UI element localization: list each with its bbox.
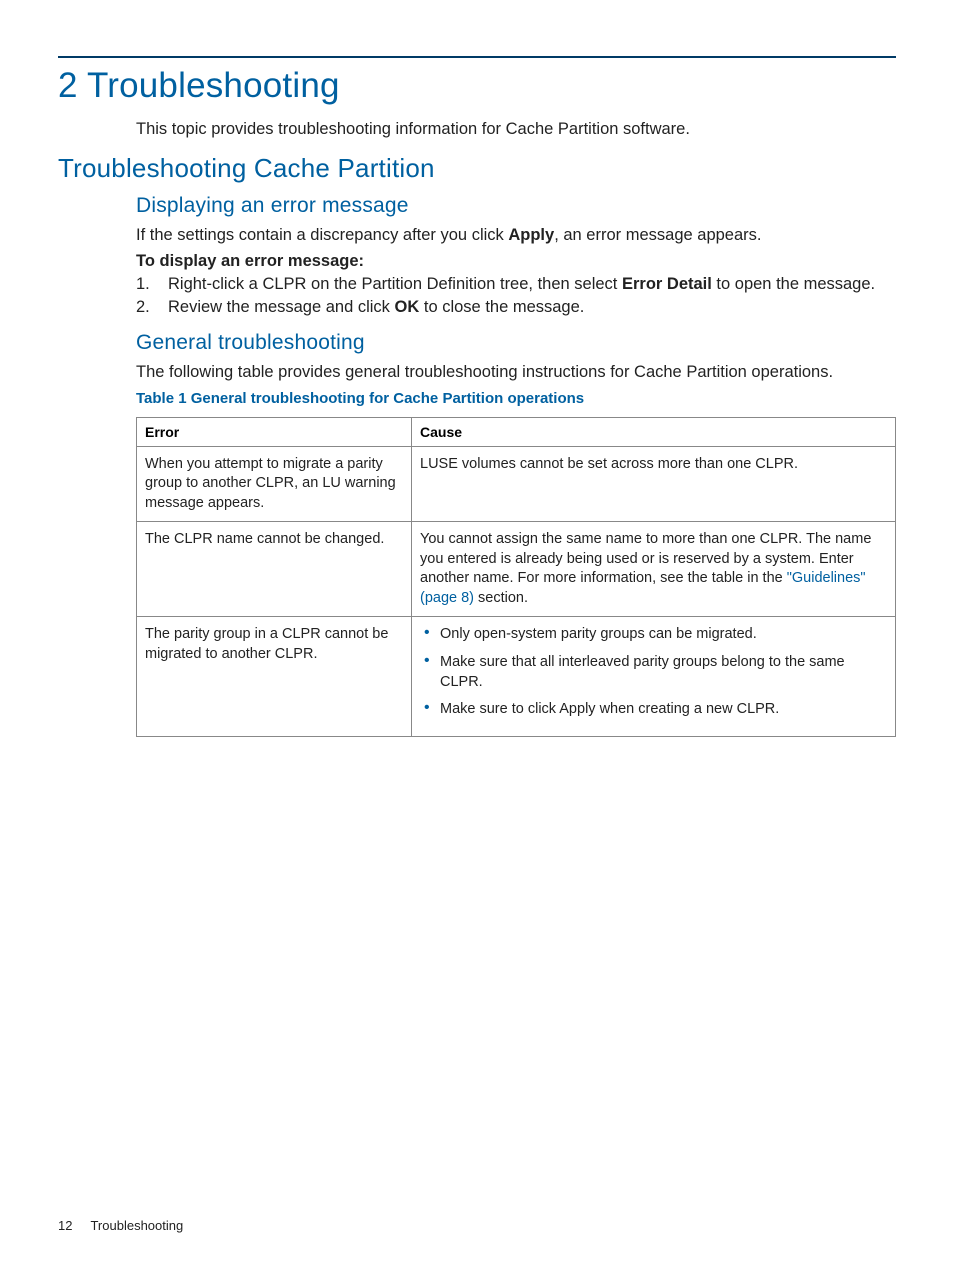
text-run: Review the message and click: [168, 298, 395, 316]
table-cell-error: When you attempt to migrate a parity gro…: [137, 446, 412, 522]
body-paragraph: The following table provides general tro…: [136, 361, 896, 383]
list-item: 1. Right-click a CLPR on the Partition D…: [136, 275, 896, 294]
text-run: section.: [474, 590, 528, 606]
body-paragraph: If the settings contain a discrepancy af…: [136, 224, 896, 246]
text-run: , an error message appears.: [554, 226, 761, 244]
bullet-item: Only open-system parity groups can be mi…: [424, 625, 887, 645]
table-cell-cause: LUSE volumes cannot be set across more t…: [412, 446, 896, 522]
ordered-list: 1. Right-click a CLPR on the Partition D…: [136, 275, 896, 317]
bullet-item: Make sure to click Apply when creating a…: [424, 700, 887, 720]
table-cell-error: The CLPR name cannot be changed.: [137, 522, 412, 617]
text-run: to close the message.: [419, 298, 584, 316]
bold-text: To display an error message:: [136, 252, 364, 270]
list-number: 2.: [136, 298, 168, 317]
bullet-item: Make sure that all interleaved parity gr…: [424, 653, 887, 692]
bullet-list: Only open-system parity groups can be mi…: [420, 625, 887, 719]
bold-text: OK: [395, 298, 420, 316]
table-row: The CLPR name cannot be changed. You can…: [137, 522, 896, 617]
list-number: 1.: [136, 275, 168, 294]
table-cell-cause: Only open-system parity groups can be mi…: [412, 617, 896, 736]
table-row: The parity group in a CLPR cannot be mig…: [137, 617, 896, 736]
text-run: If the settings contain a discrepancy af…: [136, 226, 508, 244]
procedure-lead: To display an error message:: [136, 252, 896, 271]
table-header-error: Error: [137, 417, 412, 446]
text-run: Right-click a CLPR on the Partition Defi…: [168, 275, 622, 293]
list-item: 2. Review the message and click OK to cl…: [136, 298, 896, 317]
page-number: 12: [58, 1218, 72, 1233]
subsection-heading-general: General troubleshooting: [136, 331, 896, 355]
list-text: Right-click a CLPR on the Partition Defi…: [168, 275, 896, 294]
table-header-row: Error Cause: [137, 417, 896, 446]
table-cell-error: The parity group in a CLPR cannot be mig…: [137, 617, 412, 736]
list-text: Review the message and click OK to close…: [168, 298, 896, 317]
table-cell-cause: You cannot assign the same name to more …: [412, 522, 896, 617]
text-run: to open the message.: [712, 275, 875, 293]
table-row: When you attempt to migrate a parity gro…: [137, 446, 896, 522]
bold-text: Apply: [508, 226, 554, 244]
subsection-heading-display-error: Displaying an error message: [136, 194, 896, 218]
troubleshooting-table: Error Cause When you attempt to migrate …: [136, 417, 896, 737]
bold-text: Error Detail: [622, 275, 712, 293]
section-heading: Troubleshooting Cache Partition: [58, 153, 896, 184]
table-caption: Table 1 General troubleshooting for Cach…: [136, 390, 896, 407]
page-footer: 12 Troubleshooting: [58, 1218, 183, 1233]
top-rule: [58, 56, 896, 58]
table-header-cause: Cause: [412, 417, 896, 446]
footer-chapter: Troubleshooting: [90, 1218, 183, 1233]
intro-text: This topic provides troubleshooting info…: [136, 120, 896, 139]
chapter-heading: 2 Troubleshooting: [58, 66, 896, 106]
